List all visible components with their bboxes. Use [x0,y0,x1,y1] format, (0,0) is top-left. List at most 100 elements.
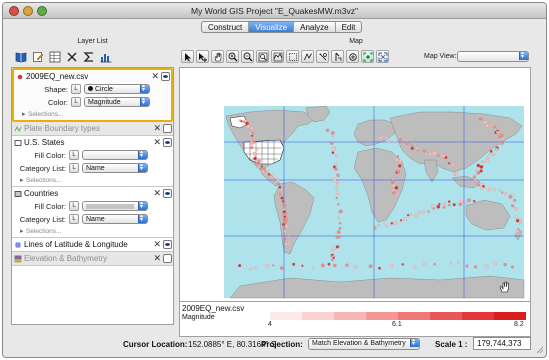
grid-icon[interactable] [48,50,62,64]
delete-icon[interactable] [65,50,79,64]
lasso-icon[interactable] [286,50,299,63]
quake-point [433,263,436,266]
zoom-out-icon[interactable] [241,50,254,63]
selections-disclosure[interactable]: Selections... [12,175,173,186]
layer-item-plate-boundaries[interactable]: Plate Boundary types ✕ [12,122,173,136]
scale-input[interactable]: 179,744,373 [473,337,531,350]
quake-point [330,131,335,135]
layer-header[interactable]: 2009EQ_new.csv ✕ [14,70,171,83]
selections-disclosure[interactable]: Selections... [14,109,171,120]
quake-point [255,147,259,151]
lock-button[interactable]: L [71,97,81,107]
hand-icon[interactable] [211,50,224,63]
lock-button[interactable]: L [69,150,79,160]
quake-point [485,156,489,160]
projection-value: Match Elevation & Bathymetry [312,340,406,347]
arrow-plus-icon[interactable] [196,50,209,63]
book-icon[interactable] [14,50,28,64]
remove-layer-icon[interactable]: ✕ [153,187,161,200]
fit-icon[interactable] [361,50,374,63]
layer-header[interactable]: U.S. States ✕ [12,136,173,149]
quake-point [492,153,496,157]
remove-layer-icon[interactable]: ✕ [153,136,161,149]
layer-header[interactable]: Plate Boundary types ✕ [12,122,173,135]
layer-item-earthquakes[interactable]: 2009EQ_new.csv ✕ Shape: L Circle Color: … [12,68,173,122]
color-select[interactable]: Magnitude [84,97,150,107]
sigma-icon[interactable] [82,50,96,64]
world-map[interactable] [180,68,531,307]
category-list-select[interactable]: Name [82,163,148,173]
quake-point [422,149,426,153]
fill-color-select[interactable] [82,201,148,211]
layer-item-elevation[interactable]: Elevation & Bathymetry ✕ [12,252,173,266]
remove-layer-icon[interactable]: ✕ [153,122,161,135]
visibility-icon[interactable] [163,124,172,133]
quake-point [254,161,259,166]
arrow-icon[interactable] [181,50,194,63]
visibility-icon[interactable] [161,72,170,81]
zoom-in-icon[interactable] [226,50,239,63]
lock-button[interactable]: L [69,214,79,224]
tab-visualize[interactable]: Visualize [249,22,295,32]
visibility-icon[interactable] [163,254,172,263]
lock-button[interactable]: L [69,163,79,173]
layer-header[interactable]: Lines of Latitude & Longitude ✕ [12,238,173,251]
remove-layer-icon[interactable]: ✕ [153,238,161,251]
quake-point [410,144,413,147]
label-icon[interactable] [316,50,329,63]
quake-point [489,149,493,153]
quake-point [490,123,493,126]
quake-point [514,215,518,219]
shape-select[interactable]: Circle [84,84,150,94]
quake-point [449,262,453,265]
projection-select[interactable]: Match Elevation & Bathymetry [308,338,420,350]
visibility-icon[interactable] [163,189,172,198]
category-list-select[interactable]: Name [82,214,148,224]
resize-grip-icon[interactable] [536,346,544,354]
fill-color-select[interactable] [82,150,148,160]
selections-disclosure[interactable]: Selections... [12,226,173,237]
quake-point [448,203,451,207]
remove-layer-icon[interactable]: ✕ [151,70,159,83]
remove-layer-icon[interactable]: ✕ [153,252,161,265]
quake-point [335,245,340,249]
quake-point [267,173,271,176]
lock-button[interactable]: L [71,84,81,94]
tab-construct[interactable]: Construct [202,22,250,32]
legend-color-step [366,312,398,320]
quake-point [496,131,499,134]
map-canvas[interactable] [179,67,531,307]
quake-point [333,263,337,268]
edit-icon[interactable] [31,50,45,64]
tab-analyze[interactable]: Analyze [294,22,336,32]
quake-point [271,173,275,177]
layer-item-countries[interactable]: Countries ✕ Fill Color: L Category List:… [12,187,173,238]
layer-zoom-icon[interactable] [256,50,269,63]
legend-color-ramp [270,312,526,320]
histogram-icon[interactable] [99,50,113,64]
layer-header[interactable]: Elevation & Bathymetry ✕ [12,252,173,265]
quake-point [443,202,446,206]
visibility-icon[interactable] [163,240,172,249]
region-zoom-icon[interactable] [271,50,284,63]
polyline-icon[interactable] [301,50,314,63]
measure-icon[interactable] [331,50,344,63]
visibility-icon[interactable] [163,138,172,147]
layer-item-lat-long[interactable]: Lines of Latitude & Longitude ✕ [12,238,173,252]
quake-point [497,135,501,139]
layer-panel-title: Layer List [77,38,108,45]
layer-item-us-states[interactable]: U.S. States ✕ Fill Color: L Category Lis… [12,136,173,187]
buffer-icon[interactable] [346,50,359,63]
tab-edit[interactable]: Edit [336,22,362,32]
quake-point [485,123,490,128]
quake-point [331,258,334,262]
quake-point [392,191,396,195]
expand-icon[interactable] [376,50,389,63]
quake-point [256,157,260,161]
legend-color-step [462,312,494,320]
quake-point [396,155,400,158]
lock-button[interactable]: L [69,201,79,211]
quake-point [398,137,402,142]
layer-header[interactable]: Countries ✕ [12,187,173,200]
map-view-select[interactable] [457,51,529,62]
